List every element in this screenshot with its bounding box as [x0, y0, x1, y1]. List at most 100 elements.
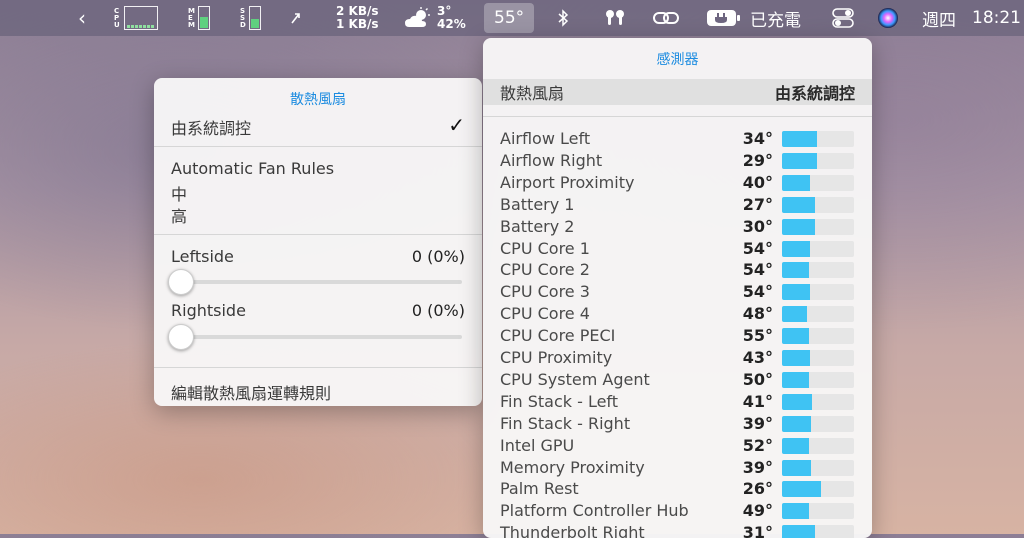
sensor-row[interactable]: CPU System Agent 50°: [500, 369, 855, 391]
sensor-value: 49°: [742, 501, 773, 521]
memory-gauge: [197, 6, 210, 30]
fan-mode-system-item[interactable]: 由系統調控 ✓: [171, 113, 465, 138]
sensor-bar-fill: [782, 284, 811, 301]
chevron-left-icon[interactable]: ‹: [78, 0, 86, 36]
sensor-bar: [782, 525, 854, 538]
edit-fan-rules-item[interactable]: 編輯散熱風扇運轉規則: [171, 380, 465, 404]
sensor-row[interactable]: CPU Core 1 54°: [500, 238, 855, 260]
sensor-bar-fill: [782, 459, 811, 476]
sensor-row[interactable]: Platform Controller Hub 49°: [500, 500, 855, 522]
control-center-icon[interactable]: [832, 0, 854, 36]
sensor-bar-fill: [782, 131, 817, 147]
sensor-value: 34°: [742, 129, 773, 148]
sensor-row[interactable]: Fin Stack - Right 39°: [500, 413, 855, 435]
sensor-value: 52°: [742, 435, 773, 455]
separator: [154, 367, 482, 368]
sensor-row[interactable]: Airport Proximity 40°: [500, 172, 855, 194]
sensor-name: Battery 2: [500, 216, 575, 236]
sensor-value: 39°: [742, 413, 773, 433]
battery-plug-icon: [707, 10, 740, 26]
sensor-bar: [782, 328, 854, 345]
sensor-bar-fill: [782, 262, 809, 279]
network-speed[interactable]: 2 KB/s 1 KB/s: [336, 0, 379, 36]
sensor-bar: [782, 481, 854, 498]
fan-right-slider-knob[interactable]: [168, 324, 194, 350]
ssd-label: SSD: [240, 6, 246, 29]
sensor-value: 31°: [742, 523, 773, 538]
sensor-menu-title: 感測器: [656, 52, 699, 68]
fan-right-slider[interactable]: [168, 324, 462, 350]
sensor-name: CPU Core 4: [500, 304, 590, 324]
sensor-fan-header[interactable]: 散熱風扇 由系統調控: [483, 79, 872, 105]
sensor-bar-fill: [782, 196, 816, 213]
sensor-value: 50°: [742, 369, 773, 389]
sensor-row[interactable]: Battery 2 30°: [500, 216, 855, 238]
sensor-row[interactable]: Battery 1 27°: [500, 194, 855, 216]
bluetooth-icon[interactable]: [557, 0, 569, 36]
sensor-bar: [782, 196, 854, 213]
sensor-bar: [782, 131, 854, 147]
cpu-label: CPU: [114, 6, 120, 29]
day-of-week[interactable]: 週四: [922, 0, 956, 36]
airpods-icon[interactable]: [603, 0, 627, 36]
sensor-row[interactable]: Thunderbolt Right 31°: [500, 522, 855, 538]
sensor-name: Airflow Left: [500, 129, 591, 148]
battery-status: 已充電: [750, 10, 801, 31]
sensor-value: 40°: [742, 172, 773, 192]
clock[interactable]: 18:21: [972, 0, 1021, 36]
memory-widget[interactable]: MEM: [188, 0, 210, 36]
separator: [154, 234, 482, 235]
sensor-value: 30°: [742, 216, 773, 236]
link-icon[interactable]: [652, 0, 680, 36]
sensor-name: Fin Stack - Right: [500, 413, 631, 433]
separator: [483, 116, 872, 117]
sensor-bar-fill: [782, 437, 810, 454]
sensor-name: Platform Controller Hub: [500, 501, 689, 521]
sensor-menu: 感測器 散熱風扇 由系統調控 Airflow Left 34° Airflow Ri…: [483, 38, 872, 538]
sensor-name: Battery 1: [500, 194, 575, 214]
cpu-widget[interactable]: CPU: [114, 0, 158, 36]
fan-rule-high[interactable]: 高: [171, 203, 465, 227]
sensor-name: Airflow Right: [500, 150, 603, 170]
temperature-menu-item[interactable]: 55°: [484, 3, 535, 33]
sensor-bar-fill: [782, 525, 816, 538]
checkmark-icon: ✓: [448, 113, 465, 137]
fan-rule-mid[interactable]: 中: [171, 181, 465, 205]
fan-mode-label: 由系統調控: [171, 119, 252, 138]
sensor-row[interactable]: Airflow Left 34°: [500, 128, 855, 150]
sensor-row[interactable]: CPU Core 2 54°: [500, 259, 855, 281]
sensor-row[interactable]: Fin Stack - Left 41°: [500, 391, 855, 413]
sensor-row[interactable]: Palm Rest 26°: [500, 478, 855, 500]
sensor-row[interactable]: CPU Core PECI 55°: [500, 325, 855, 347]
sensor-name: Palm Rest: [500, 479, 579, 499]
fan-left-slider-knob[interactable]: [168, 269, 194, 295]
sensor-row[interactable]: Intel GPU 52°: [500, 435, 855, 457]
sensor-bar: [782, 503, 854, 520]
sensor-bar-fill: [782, 350, 811, 366]
sensor-row[interactable]: CPU Core 3 54°: [500, 281, 855, 303]
sensor-bar-fill: [782, 371, 809, 388]
sensor-value: 54°: [742, 282, 773, 302]
sensor-bar: [782, 152, 854, 169]
fan-rules-header[interactable]: Automatic Fan Rules: [171, 159, 465, 178]
network-arrows-icon[interactable]: [289, 0, 303, 36]
sensor-row[interactable]: Airflow Right 29°: [500, 150, 855, 172]
battery-widget[interactable]: 已充電: [706, 0, 801, 36]
sensor-name: CPU Core PECI: [500, 326, 616, 346]
sensor-header-left: 散熱風扇: [500, 84, 565, 103]
sensor-bar: [782, 174, 854, 191]
siri-icon[interactable]: [877, 0, 899, 36]
sensor-bar: [782, 437, 854, 454]
sensor-bar-fill: [782, 481, 821, 498]
sensor-value: 54°: [742, 260, 773, 280]
sensor-row[interactable]: CPU Proximity 43°: [500, 347, 855, 369]
sensor-value: 54°: [742, 238, 773, 258]
ssd-widget[interactable]: SSD: [240, 0, 261, 36]
weather-humidity: 42%: [437, 17, 466, 31]
weather-widget[interactable]: 3° 42%: [403, 0, 466, 36]
sensor-bar-fill: [782, 174, 811, 191]
sensor-row[interactable]: Memory Proximity 39°: [500, 457, 855, 479]
sensor-row[interactable]: CPU Core 4 48°: [500, 303, 855, 325]
fan-left-slider[interactable]: [168, 269, 462, 295]
sensor-bar-fill: [782, 415, 811, 432]
